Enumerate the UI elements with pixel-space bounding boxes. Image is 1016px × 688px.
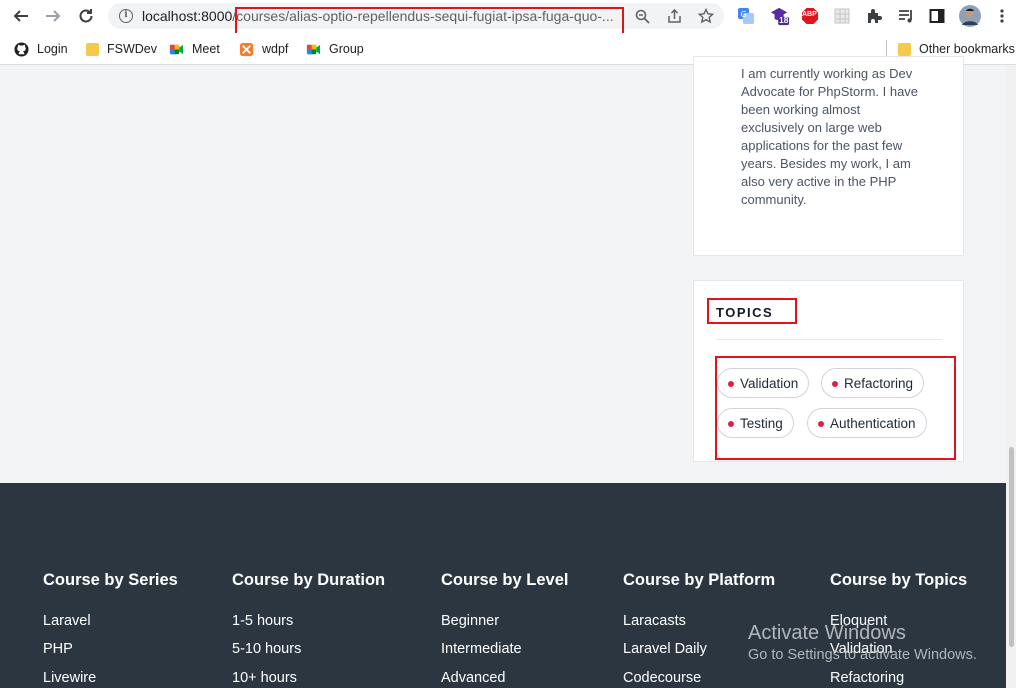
topics-divider — [716, 339, 942, 340]
footer-column-title: Course by Level — [441, 571, 569, 589]
footer-column-title: Course by Duration — [232, 571, 386, 589]
bookmark-star-icon[interactable] — [697, 7, 715, 25]
footer-link[interactable]: 5-10 hours — [232, 641, 301, 657]
bookmarks-separator — [886, 40, 887, 56]
author-card: I am currently working as Dev Advocate f… — [693, 56, 964, 256]
footer-link[interactable]: Laravel — [43, 613, 91, 629]
bookmark-group[interactable]: Group — [306, 39, 364, 59]
topics-title-highlight-box — [707, 298, 797, 324]
footer-column-duration: Course by Duration 1-5 hours 5-10 hours … — [232, 571, 386, 686]
translate-extension-icon[interactable]: G — [736, 6, 756, 26]
side-panel-icon[interactable] — [927, 6, 947, 26]
footer-link[interactable]: 1-5 hours — [232, 613, 293, 629]
education-extension-icon[interactable]: 18 — [770, 6, 790, 26]
footer-link[interactable]: Codecourse — [623, 670, 701, 686]
bookmark-login[interactable]: Login — [14, 39, 68, 59]
footer-link[interactable]: PHP — [43, 641, 73, 657]
footer-column-level: Course by Level Beginner Intermediate Ad… — [441, 571, 569, 686]
footer-link[interactable]: Advanced — [441, 670, 506, 686]
footer-column-title: Course by Series — [43, 571, 178, 589]
bookmark-wdpf[interactable]: wdpf — [239, 39, 288, 59]
author-bio: I am currently working as Dev Advocate f… — [741, 66, 919, 207]
folder-icon — [86, 42, 99, 56]
zoom-icon[interactable] — [633, 7, 651, 25]
share-icon[interactable] — [665, 7, 683, 25]
abp-label: ABP — [802, 11, 817, 18]
footer-link[interactable]: Laracasts — [623, 613, 686, 629]
profile-avatar[interactable] — [958, 4, 982, 28]
back-arrow-icon[interactable] — [10, 5, 32, 27]
scrollbar-thumb[interactable] — [1009, 447, 1014, 647]
extensions-puzzle-icon[interactable] — [864, 6, 884, 26]
site-footer: Course by Series Laravel PHP Livewire Co… — [0, 483, 1006, 688]
meet-icon — [306, 44, 321, 54]
reload-icon[interactable] — [75, 5, 97, 27]
footer-link[interactable]: 10+ hours — [232, 670, 297, 686]
footer-link[interactable]: Validation — [830, 641, 893, 657]
extension-badge: 18 — [779, 15, 789, 25]
forward-arrow-icon[interactable] — [42, 5, 64, 27]
footer-column-series: Course by Series Laravel PHP Livewire — [43, 571, 178, 686]
adblock-plus-icon[interactable]: ABP — [800, 6, 820, 26]
footer-link[interactable]: Laravel Daily — [623, 641, 707, 657]
reading-list-icon[interactable] — [896, 6, 916, 26]
footer-link[interactable]: Livewire — [43, 670, 96, 686]
footer-link[interactable]: Beginner — [441, 613, 499, 629]
svg-text:G: G — [741, 10, 747, 19]
topics-list-highlight-box — [715, 356, 956, 460]
bookmark-meet[interactable]: Meet — [169, 39, 220, 59]
bookmark-fswdev[interactable]: FSWDev — [86, 39, 157, 59]
footer-column-title: Course by Platform — [623, 571, 776, 589]
footer-column-platform: Course by Platform Laracasts Laravel Dai… — [623, 571, 776, 686]
github-icon — [14, 41, 29, 57]
footer-link[interactable]: Eloquent — [830, 613, 887, 629]
footer-column-topics: Course by Topics Eloquent Validation Ref… — [830, 571, 968, 686]
footer-link[interactable]: Refactoring — [830, 670, 904, 686]
grid-extension-icon[interactable] — [832, 6, 852, 26]
footer-column-title: Course by Topics — [830, 571, 968, 589]
footer-link[interactable]: Intermediate — [441, 641, 522, 657]
meet-icon — [169, 44, 184, 54]
site-info-icon[interactable]: i — [119, 9, 133, 23]
xampp-icon — [239, 42, 254, 56]
folder-icon — [898, 42, 911, 56]
menu-kebab-icon[interactable] — [992, 6, 1012, 26]
